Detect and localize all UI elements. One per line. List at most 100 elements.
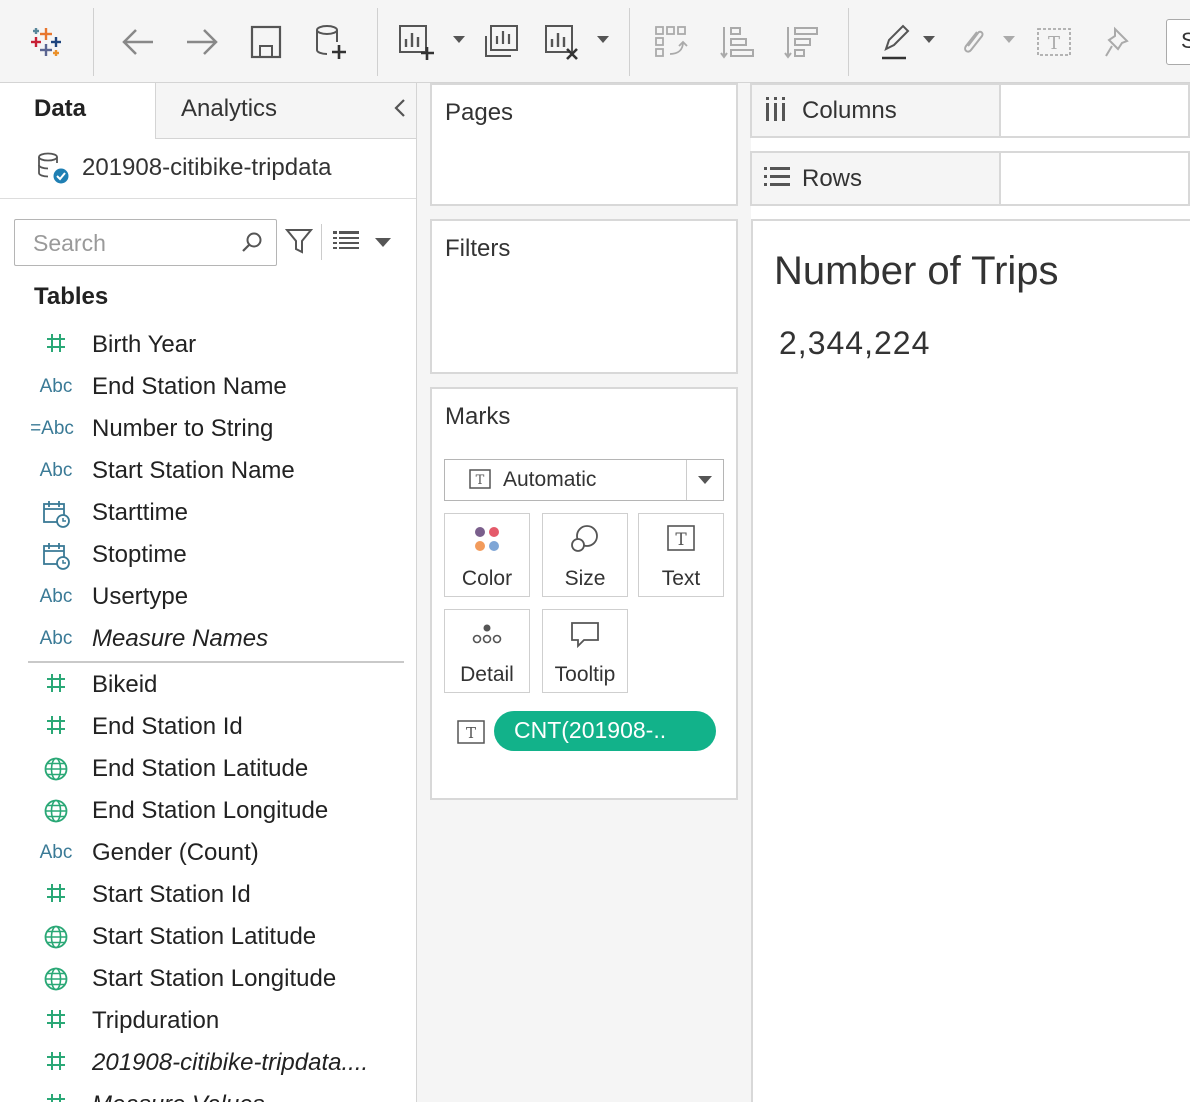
field-item[interactable]: Abc End Station Name xyxy=(0,366,416,408)
data-pane: Data Analytics 201908-citibike-tripdata … xyxy=(0,83,417,1102)
divider xyxy=(686,460,687,500)
field-name: End Station Longitude xyxy=(92,797,329,824)
sort-ascending-icon[interactable] xyxy=(718,20,758,64)
pages-card[interactable]: Pages xyxy=(430,83,738,206)
field-item[interactable]: Birth Year xyxy=(0,324,416,366)
detail-button[interactable]: Detail xyxy=(444,609,530,693)
view-list-icon[interactable] xyxy=(333,231,359,256)
field-item[interactable]: Abc Start Station Name xyxy=(0,450,416,492)
field-item[interactable]: Start Station Id xyxy=(0,874,416,916)
datasource-icon xyxy=(36,151,70,185)
pin-icon[interactable] xyxy=(1098,20,1138,64)
field-name: 201908-citibike-tripdata.... xyxy=(92,1049,369,1076)
worksheet-view: Number of Trips 2,344,224 xyxy=(751,219,1190,1102)
geo-icon xyxy=(32,798,80,830)
count-value[interactable]: 2,344,224 xyxy=(779,325,930,362)
field-item[interactable]: Bikeid xyxy=(0,664,416,706)
color-button-label: Color xyxy=(461,567,513,590)
text-icon: T xyxy=(639,524,723,552)
chevron-down-icon xyxy=(698,476,712,484)
calculated-string-icon: =Abc xyxy=(30,418,74,439)
attach-icon[interactable] xyxy=(952,20,992,64)
new-worksheet-dropdown-icon[interactable] xyxy=(453,36,465,43)
tooltip-button-label: Tooltip xyxy=(554,663,616,686)
field-name: Measure Values xyxy=(92,1091,265,1102)
tab-analytics-label: Analytics xyxy=(181,95,278,122)
number-icon xyxy=(32,1008,80,1036)
highlight-icon[interactable] xyxy=(874,20,914,64)
field-item[interactable]: =Abc Number to String xyxy=(0,408,416,450)
number-icon xyxy=(32,672,80,700)
field-item[interactable]: Abc Measure Names xyxy=(0,618,416,660)
number-icon xyxy=(32,332,80,360)
datasource-name: 201908-citibike-tripdata xyxy=(82,154,332,181)
geo-icon xyxy=(32,924,80,956)
number-icon xyxy=(32,1050,80,1078)
field-name: End Station Latitude xyxy=(92,755,309,782)
field-name: Bikeid xyxy=(92,671,158,698)
field-item[interactable]: 201908-citibike-tripdata.... xyxy=(0,1042,416,1084)
field-item[interactable]: End Station Id xyxy=(0,706,416,748)
label-icon[interactable]: T xyxy=(1034,20,1074,64)
dimension-measure-divider xyxy=(28,661,404,663)
string-icon: Abc xyxy=(39,842,73,863)
color-button[interactable]: Color xyxy=(444,513,530,597)
field-name: Start Station Name xyxy=(92,457,295,484)
swap-rows-columns-icon[interactable] xyxy=(652,20,692,64)
filters-card[interactable]: Filters xyxy=(430,219,738,374)
divider xyxy=(321,224,322,260)
field-item[interactable]: Start Station Latitude xyxy=(0,916,416,958)
collapse-pane-icon[interactable] xyxy=(393,97,407,126)
text-button[interactable]: T Text xyxy=(638,513,724,597)
rows-shelf[interactable]: Rows xyxy=(750,151,1190,206)
toolbar: T S xyxy=(0,0,1190,83)
highlight-dropdown-icon[interactable] xyxy=(923,36,935,43)
tooltip-button[interactable]: Tooltip xyxy=(542,609,628,693)
new-dashboard-icon[interactable] xyxy=(482,20,522,64)
svg-text:T: T xyxy=(466,724,476,742)
sort-descending-icon[interactable] xyxy=(782,20,822,64)
search-icon xyxy=(240,230,264,259)
size-button[interactable]: Size xyxy=(542,513,628,597)
clear-sheet-icon[interactable] xyxy=(542,20,582,64)
datetime-icon xyxy=(32,500,80,534)
pages-card-title: Pages xyxy=(445,99,514,126)
search-field[interactable] xyxy=(14,219,277,266)
columns-shelf[interactable]: Columns xyxy=(750,83,1190,138)
back-arrow-icon[interactable] xyxy=(118,20,158,64)
divider xyxy=(0,198,416,199)
field-item[interactable]: Measure Values xyxy=(0,1084,416,1102)
tab-analytics[interactable]: Analytics xyxy=(155,83,416,139)
tableau-logo-icon[interactable] xyxy=(26,20,66,64)
new-worksheet-icon[interactable] xyxy=(396,20,436,64)
tables-heading: Tables xyxy=(34,283,109,310)
new-datasource-icon[interactable] xyxy=(310,20,350,64)
number-icon xyxy=(32,1092,80,1102)
view-options-dropdown-icon[interactable] xyxy=(375,238,391,247)
worksheet-title[interactable]: Number of Trips xyxy=(774,249,1059,294)
text-encoding-icon: T xyxy=(456,719,486,750)
field-item[interactable]: Stoptime xyxy=(0,534,416,576)
cnt-measure-pill[interactable]: CNT(201908-.. xyxy=(494,711,716,751)
rows-icon xyxy=(764,165,790,194)
attach-dropdown-icon[interactable] xyxy=(1003,36,1015,43)
field-name: Start Station Id xyxy=(92,881,251,908)
mark-type-dropdown[interactable]: T Automatic xyxy=(444,459,724,501)
field-item[interactable]: Abc Usertype xyxy=(0,576,416,618)
field-item[interactable]: End Station Longitude xyxy=(0,790,416,832)
toolbar-show-me-button[interactable]: S xyxy=(1166,19,1190,65)
field-item[interactable]: Starttime xyxy=(0,492,416,534)
field-item[interactable]: Start Station Longitude xyxy=(0,958,416,1000)
search-input[interactable] xyxy=(33,230,233,257)
save-icon[interactable] xyxy=(246,20,286,64)
string-icon: Abc xyxy=(39,460,73,481)
field-name: Measure Names xyxy=(92,625,269,652)
datasource[interactable]: 201908-citibike-tripdata xyxy=(36,151,331,185)
forward-arrow-icon[interactable] xyxy=(182,20,222,64)
field-item[interactable]: Tripduration xyxy=(0,1000,416,1042)
field-item[interactable]: End Station Latitude xyxy=(0,748,416,790)
field-item[interactable]: Abc Gender (Count) xyxy=(0,832,416,874)
clear-sheet-dropdown-icon[interactable] xyxy=(597,36,609,43)
tab-data[interactable]: Data xyxy=(0,83,155,139)
filter-icon[interactable] xyxy=(284,227,314,260)
